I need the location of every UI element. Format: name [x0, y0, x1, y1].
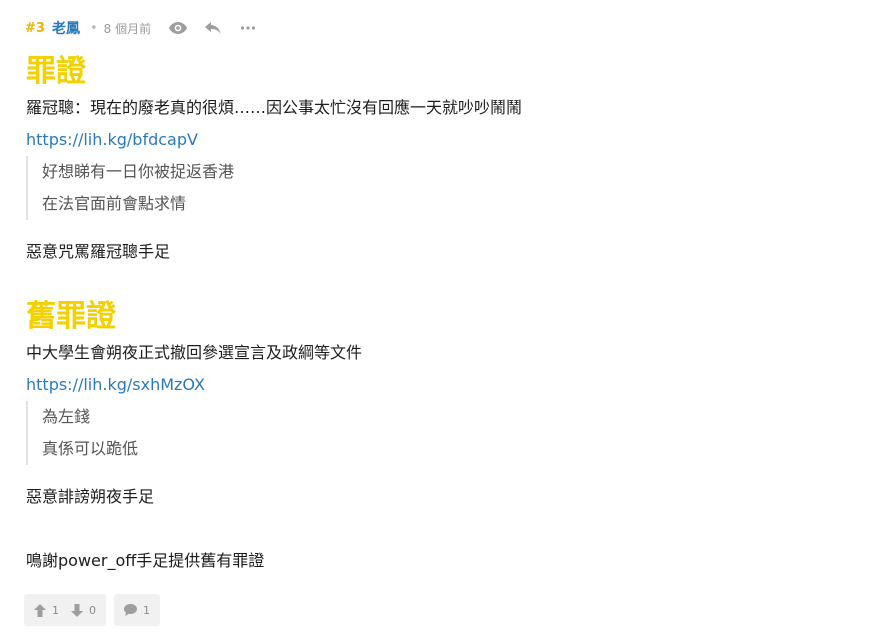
section-link[interactable]: https://lih.kg/bfdcapV	[26, 124, 866, 156]
post-content: 罪證 羅冠聰：現在的廢老真的很煩……因公事太忙沒有回應一天就吵吵鬧鬧 https…	[26, 52, 866, 577]
arrow-up-icon	[34, 603, 46, 617]
separator-dot: •	[89, 20, 98, 36]
comment-button[interactable]: 1	[114, 594, 160, 626]
section-link[interactable]: https://lih.kg/sxhMzOX	[26, 369, 866, 401]
reply-button[interactable]	[202, 18, 224, 38]
reply-icon	[205, 22, 221, 34]
downvote-button[interactable]	[71, 603, 83, 617]
upvote-count: 1	[52, 603, 59, 617]
section-footer-text: 惡意咒罵羅冠聰手足	[26, 242, 171, 261]
view-button[interactable]	[167, 18, 189, 38]
comment-count: 1	[143, 603, 150, 617]
more-icon	[240, 26, 256, 30]
upvote-button[interactable]	[34, 603, 46, 617]
eye-icon	[169, 22, 188, 34]
comment-icon	[124, 604, 137, 616]
quote-line: 為左錢	[42, 407, 91, 426]
section-text: 中大學生會朔夜正式撤回參選宣言及政綱等文件	[26, 343, 363, 362]
author-name[interactable]: 老鳳	[52, 18, 80, 38]
arrow-down-icon	[71, 603, 83, 617]
quote-line: 真係可以跪低	[42, 439, 139, 458]
post-header: #3 老鳳 • 8 個月前	[25, 18, 272, 38]
blockquote: 好想睇有一日你被捉返香港 在法官面前會點求情	[26, 156, 866, 220]
downvote-count: 0	[89, 603, 96, 617]
post-time: 8 個月前	[103, 21, 152, 36]
post-number[interactable]: #3	[25, 21, 45, 36]
blockquote: 為左錢 真係可以跪低	[26, 401, 866, 465]
section-text: 羅冠聰：現在的廢老真的很煩……因公事太忙沒有回應一天就吵吵鬧鬧	[26, 98, 523, 117]
thanks-text: 鳴謝power_off手足提供舊有罪證	[26, 551, 265, 570]
vote-group: 1 0	[24, 594, 106, 626]
section-heading: 舊罪證	[26, 299, 116, 334]
quote-line: 好想睇有一日你被捉返香港	[42, 162, 235, 181]
section-footer-text: 惡意誹謗朔夜手足	[26, 487, 155, 506]
more-button[interactable]	[237, 18, 259, 38]
post-footer: 1 0 1	[24, 594, 160, 626]
section-heading: 罪證	[26, 54, 86, 89]
quote-line: 在法官面前會點求情	[42, 194, 187, 213]
